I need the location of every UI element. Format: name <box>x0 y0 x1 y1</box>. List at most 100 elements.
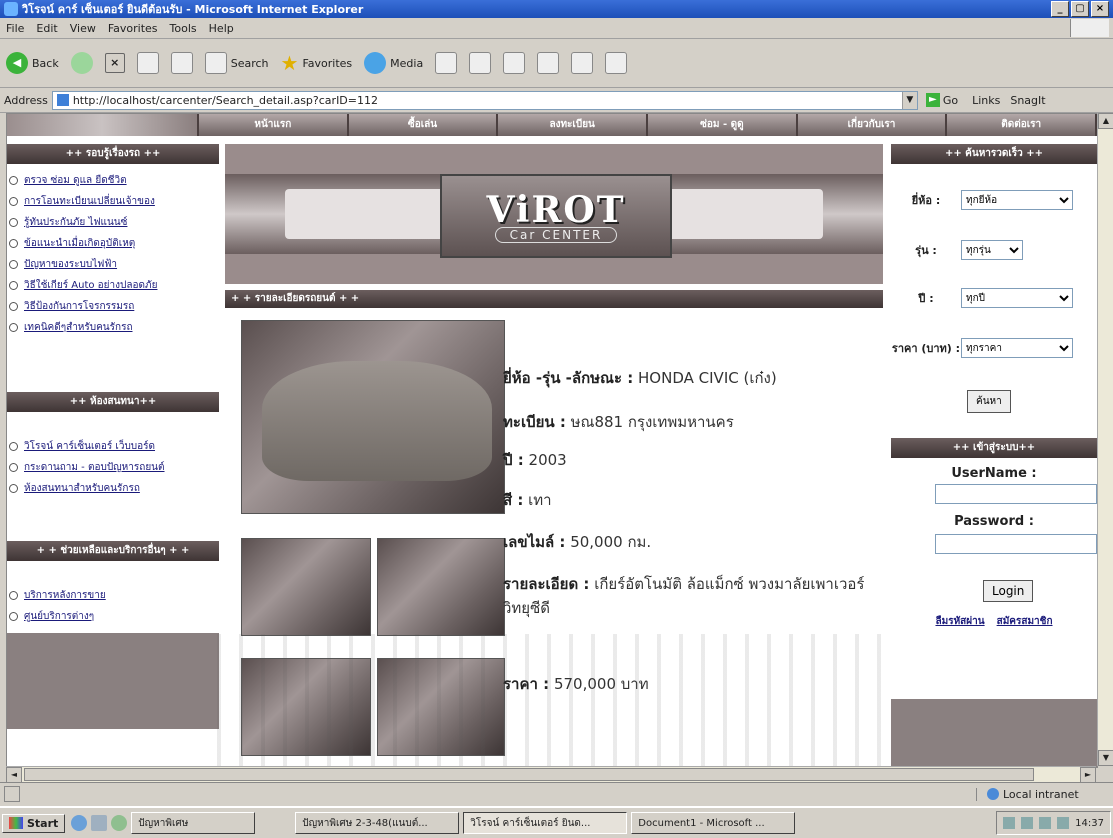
links-button[interactable]: Links <box>972 94 1000 107</box>
nav-contact[interactable]: ติดต่อเรา <box>947 114 1097 136</box>
bullet-icon <box>9 239 18 248</box>
knowledge-link[interactable]: ปัญหาของระบบไฟฟ้า <box>24 257 117 272</box>
close-button[interactable]: × <box>1091 1 1109 17</box>
knowledge-link[interactable]: เทคนิคดีๆสำหรับคนรักรถ <box>24 320 133 335</box>
quicklaunch-media-icon[interactable] <box>111 815 128 831</box>
network-icon[interactable] <box>1021 817 1034 829</box>
favorites-button[interactable]: ★ Favorites <box>281 51 353 75</box>
scroll-up-icon[interactable]: ▲ <box>1098 113 1113 129</box>
car-photo-main[interactable] <box>241 320 505 514</box>
quicklaunch-ie-icon[interactable] <box>71 815 88 831</box>
scroll-thumb[interactable] <box>24 768 1034 781</box>
task-word-doc2[interactable]: Document1 - Microsoft ... <box>631 812 796 834</box>
refresh-button[interactable] <box>136 52 159 74</box>
volume-icon[interactable] <box>1039 817 1052 829</box>
media-button[interactable]: Media <box>364 52 423 74</box>
nav-home[interactable]: หน้าแรก <box>199 114 349 136</box>
car-photo-front[interactable] <box>241 538 371 636</box>
snagit-button[interactable]: SnagIt <box>1010 94 1045 107</box>
start-label: Start <box>27 816 59 830</box>
menu-favorites[interactable]: Favorites <box>102 22 164 35</box>
discuss-button[interactable] <box>571 52 594 74</box>
menu-edit[interactable]: Edit <box>30 22 63 35</box>
favorites-label: Favorites <box>302 56 353 70</box>
nav-decoration <box>7 114 199 136</box>
car-photo-engine[interactable] <box>241 658 371 756</box>
minimize-button[interactable]: _ <box>1051 1 1069 17</box>
knowledge-link[interactable]: รู้ทันประกันภัย ไฟแนนซ์ <box>24 215 127 230</box>
section-header-knowledge: ++ รอบรู้เรื่องรถ ++ <box>7 144 219 164</box>
messenger-button[interactable] <box>605 52 628 74</box>
nav-buy[interactable]: ซื้อเล่น <box>348 114 499 136</box>
chat-link[interactable]: ห้องสนทนาสำหรับคนรักรถ <box>24 481 140 496</box>
mail-button[interactable] <box>469 52 492 74</box>
menu-help[interactable]: Help <box>203 22 240 35</box>
nav-about[interactable]: เกี่ยวกับเรา <box>797 114 948 136</box>
info-price: ราคา : 570,000 บาท <box>503 672 649 696</box>
virot-logo[interactable]: ViROT Car CENTER <box>440 174 672 258</box>
model-select[interactable]: ทุกรุ่น <box>961 240 1023 260</box>
nav-repair[interactable]: ซ่อม - ดูดู <box>648 114 798 136</box>
chat-link[interactable]: วิโรจน์ คาร์เซ็นเตอร์ เว็บบอร์ด <box>24 439 155 454</box>
language-icon[interactable] <box>1003 817 1016 829</box>
chat-link[interactable]: กระดานถาม - ตอบปัญหารถยนต์ <box>24 460 165 475</box>
username-input[interactable] <box>935 484 1097 504</box>
bullet-icon <box>9 591 18 600</box>
nav-register[interactable]: ลงทะเบียน <box>498 114 649 136</box>
maximize-button[interactable]: ▢ <box>1071 1 1089 17</box>
car-photo-rear[interactable] <box>377 538 505 636</box>
history-button[interactable] <box>435 52 458 74</box>
zone-label: Local intranet <box>1003 787 1079 801</box>
edit-button[interactable] <box>537 52 560 74</box>
knowledge-link[interactable]: ข้อแนะนำเมื่อเกิดอุบัติเหตุ <box>24 236 135 251</box>
bullet-icon <box>9 612 18 621</box>
address-input[interactable]: http://localhost/carcenter/Search_detail… <box>51 90 918 110</box>
knowledge-link[interactable]: วิธีป้องกันการโจรกรรมรถ <box>24 299 134 314</box>
knowledge-link[interactable]: การโอนทะเบียนเปลี่ยนเจ้าของ <box>24 194 155 209</box>
knowledge-list: ตรวจ ซ่อม ดูแล ยืดชีวิต การโอนทะเบียนเปล… <box>7 164 219 344</box>
task-folder[interactable]: ปัญหาพิเศษ <box>131 812 256 834</box>
start-button[interactable]: Start <box>2 813 66 833</box>
menu-view[interactable]: View <box>64 22 102 35</box>
vertical-scrollbar[interactable]: ▲ ▼ <box>1097 113 1113 766</box>
print-button[interactable] <box>503 52 526 74</box>
scroll-right-icon[interactable]: ► <box>1080 767 1096 783</box>
scroll-left-icon[interactable]: ◄ <box>6 767 22 783</box>
services-link[interactable]: ศูนย์บริการต่างๆ <box>24 609 94 624</box>
quicklaunch-desktop-icon[interactable] <box>91 815 108 831</box>
login-button[interactable]: Login <box>983 580 1034 602</box>
globe-icon <box>987 788 999 800</box>
window-titlebar[interactable]: วิโรจน์ คาร์ เซ็นเตอร์ ยินดีต้อนรับ - Mi… <box>0 0 1113 18</box>
price-select[interactable]: ทุกราคา <box>961 338 1073 358</box>
search-button[interactable]: Search <box>204 52 269 74</box>
year-select[interactable]: ทุกปี <box>961 288 1073 308</box>
knowledge-link[interactable]: วิธีใช้เกียร์ Auto อย่างปลอดภัย <box>24 278 157 293</box>
home-button[interactable] <box>170 52 193 74</box>
menu-tools[interactable]: Tools <box>164 22 203 35</box>
services-link[interactable]: บริการหลังการขาย <box>24 588 106 603</box>
menu-file[interactable]: File <box>0 22 30 35</box>
password-input[interactable] <box>935 534 1097 554</box>
username-label: UserName : <box>951 466 1037 481</box>
quick-search-button[interactable]: ค้นหา <box>967 390 1011 413</box>
list-item: บริการหลังการขาย <box>9 585 219 606</box>
stop-button[interactable]: × <box>104 53 125 73</box>
chevron-down-icon[interactable]: ▼ <box>901 91 917 109</box>
horizontal-scrollbar[interactable]: ◄ ► <box>6 766 1096 783</box>
price-label: ราคา : <box>503 675 550 693</box>
back-button[interactable]: ◀ Back <box>6 52 59 74</box>
tray-app-icon[interactable] <box>1057 817 1070 829</box>
knowledge-link[interactable]: ตรวจ ซ่อม ดูแล ยืดชีวิต <box>24 173 127 188</box>
forward-button[interactable] <box>70 52 93 74</box>
task-ie-window[interactable]: วิโรจน์ คาร์เซ็นเตอร์ ยินด... <box>463 812 628 834</box>
register-link[interactable]: สมัครสมาชิก <box>997 614 1053 629</box>
scroll-down-icon[interactable]: ▼ <box>1098 750 1113 766</box>
car-photo-interior[interactable] <box>377 658 505 756</box>
go-button[interactable]: ► Go <box>925 93 959 107</box>
forgot-password-link[interactable]: ลืมรหัสผ่าน <box>935 614 984 629</box>
car-shape <box>262 361 492 481</box>
go-label: Go <box>942 93 959 107</box>
print-icon <box>503 52 526 74</box>
task-word-doc1[interactable]: ปัญหาพิเศษ 2-3-48(แนบต์... <box>295 812 460 834</box>
brand-select[interactable]: ทุกยี่ห้อ <box>961 190 1073 210</box>
